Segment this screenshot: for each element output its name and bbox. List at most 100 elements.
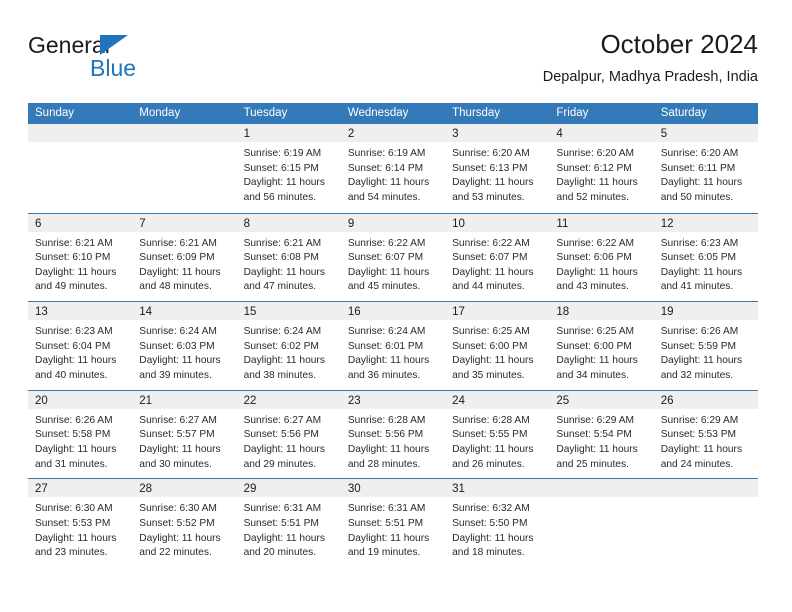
calendar-week-row: 1 Sunrise: 6:19 AM Sunset: 6:15 PM Daylight…: [28, 124, 758, 213]
day-cell[interactable]: 25 Sunrise: 6:29 AM Sunset: 5:54 PM Dayligh…: [549, 390, 654, 479]
day-number-band: 29: [236, 479, 341, 498]
sunrise-text: Sunrise: 6:22 AM: [452, 237, 530, 249]
day-details: Sunrise: 6:29 AM Sunset: 5:53 PM Daylight:…: [654, 409, 758, 472]
day-number-band: 15: [236, 302, 341, 321]
day-details: Sunrise: 6:26 AM Sunset: 5:59 PM Daylight:…: [654, 320, 758, 383]
sunset-text: Sunset: 6:14 PM: [347, 162, 424, 174]
day-cell[interactable]: 31 Sunrise: 6:32 AM Sunset: 5:50 PM Dayligh…: [445, 479, 550, 567]
day-details: Sunrise: 6:24 AM Sunset: 6:03 PM Daylight:…: [132, 320, 236, 383]
day-cell[interactable]: 3 Sunrise: 6:20 AM Sunset: 6:13 PM Daylight…: [445, 124, 550, 213]
sunrise-text: Sunrise: 6:28 AM: [452, 414, 530, 426]
day-cell[interactable]: 11 Sunrise: 6:22 AM Sunset: 6:06 PM Dayligh…: [549, 213, 654, 302]
calendar-week-row: 6 Sunrise: 6:21 AM Sunset: 6:10 PM Daylight…: [28, 212, 758, 302]
sunset-text: Sunset: 5:56 PM: [347, 429, 424, 441]
sunset-text: Sunset: 5:57 PM: [139, 429, 215, 441]
day-number-band: 5: [653, 124, 758, 142]
day-details: Sunrise: 6:22 AM Sunset: 6:07 PM Daylight:…: [445, 232, 549, 295]
day-details: Sunrise: 6:30 AM Sunset: 5:52 PM Daylight:…: [132, 497, 236, 560]
day-details: Sunrise: 6:29 AM Sunset: 5:54 PM Daylight:…: [549, 409, 653, 472]
day-number: 17: [452, 306, 465, 319]
daylight-text-line2: and 39 minutes.: [139, 369, 212, 381]
day-cell[interactable]: 20 Sunrise: 6:26 AM Sunset: 5:58 PM Dayligh…: [28, 390, 133, 479]
day-cell[interactable]: 8 Sunrise: 6:21 AM Sunset: 6:08 PM Daylight…: [236, 213, 341, 302]
day-number: 25: [556, 394, 570, 407]
brand-logo[interactable]: General Blue: [28, 32, 228, 90]
day-cell[interactable]: 30 Sunrise: 6:31 AM Sunset: 5:51 PM Dayligh…: [340, 479, 446, 567]
sunset-text: Sunset: 6:07 PM: [452, 252, 528, 264]
day-number-band: 17: [445, 302, 550, 321]
sunset-text: Sunset: 6:09 PM: [139, 252, 215, 264]
sunset-text: Sunset: 5:50 PM: [452, 517, 528, 529]
sunrise-text: Sunrise: 6:24 AM: [347, 326, 426, 338]
day-number: 24: [452, 394, 465, 407]
day-cell[interactable]: 26 Sunrise: 6:29 AM Sunset: 5:53 PM Dayligh…: [653, 390, 758, 479]
daylight-text-line2: and 19 minutes.: [347, 547, 421, 559]
day-cell[interactable]: 21 Sunrise: 6:27 AM Sunset: 5:57 PM Dayligh…: [132, 390, 237, 479]
sunset-text: Sunset: 6:04 PM: [35, 340, 111, 352]
sunrise-text: Sunrise: 6:20 AM: [556, 148, 634, 159]
day-cell[interactable]: 1 Sunrise: 6:19 AM Sunset: 6:15 PM Daylight…: [236, 124, 341, 213]
sunrise-text: Sunrise: 6:20 AM: [660, 148, 739, 159]
sunrise-text: Sunrise: 6:22 AM: [347, 237, 426, 249]
day-number-band: 10: [445, 213, 550, 232]
day-cell[interactable]: 27 Sunrise: 6:30 AM Sunset: 5:53 PM Dayligh…: [28, 479, 133, 567]
day-cell[interactable]: 2 Sunrise: 6:19 AM Sunset: 6:14 PM Daylight…: [340, 124, 446, 213]
daylight-text-line1: Daylight: 11 hours: [452, 532, 534, 544]
day-number: 2: [347, 128, 355, 140]
daylight-text-line1: Daylight: 11 hours: [139, 355, 221, 367]
day-number: 3: [452, 128, 459, 140]
day-cell[interactable]: 15 Sunrise: 6:24 AM Sunset: 6:02 PM Dayligh…: [236, 302, 341, 390]
day-cell[interactable]: 13 Sunrise: 6:23 AM Sunset: 6:04 PM Dayligh…: [28, 302, 133, 390]
day-number-band: 31: [445, 479, 550, 498]
day-cell[interactable]: 22 Sunrise: 6:27 AM Sunset: 5:56 PM Dayligh…: [236, 390, 341, 479]
day-cell[interactable]: 16 Sunrise: 6:24 AM Sunset: 6:01 PM Dayligh…: [340, 302, 446, 390]
day-cell-empty: [28, 124, 133, 213]
sunrise-text: Sunrise: 6:27 AM: [243, 414, 322, 426]
sunset-text: Sunset: 6:07 PM: [347, 252, 424, 264]
sunrise-text: Sunrise: 6:26 AM: [660, 326, 739, 338]
sunset-text: Sunset: 5:53 PM: [660, 429, 737, 441]
daylight-text-line1: Daylight: 11 hours: [556, 355, 638, 367]
day-cell[interactable]: 19 Sunrise: 6:26 AM Sunset: 5:59 PM Dayligh…: [653, 302, 758, 390]
day-details: Sunrise: 6:22 AM Sunset: 6:07 PM Daylight:…: [341, 232, 445, 295]
day-cell[interactable]: 17 Sunrise: 6:25 AM Sunset: 6:00 PM Dayligh…: [445, 302, 550, 390]
daylight-text-line1: Daylight: 11 hours: [139, 266, 221, 278]
day-cell[interactable]: 4 Sunrise: 6:20 AM Sunset: 6:12 PM Daylight…: [549, 124, 654, 213]
day-cell[interactable]: 18 Sunrise: 6:25 AM Sunset: 6:00 PM Dayligh…: [549, 302, 654, 390]
day-number-band: 1: [236, 124, 341, 142]
day-details: Sunrise: 6:19 AM Sunset: 6:15 PM Daylight:…: [237, 142, 341, 205]
calendar-grid: Sunday Monday Tuesday Wednesday Thursday…: [28, 103, 758, 567]
day-number: 30: [347, 483, 361, 496]
sunset-text: Sunset: 5:52 PM: [139, 517, 215, 529]
day-cell[interactable]: 29 Sunrise: 6:31 AM Sunset: 5:51 PM Dayligh…: [236, 479, 341, 567]
daylight-text-line1: Daylight: 11 hours: [347, 355, 430, 367]
day-cell[interactable]: 7 Sunrise: 6:21 AM Sunset: 6:09 PM Daylight…: [132, 213, 237, 302]
daylight-text-line2: and 34 minutes.: [556, 369, 629, 381]
calendar-week-row: 20 Sunrise: 6:26 AM Sunset: 5:58 PM Dayligh…: [28, 389, 758, 479]
day-number-band: 8: [236, 213, 341, 232]
day-number: 7: [139, 217, 146, 230]
sunrise-text: Sunrise: 6:30 AM: [139, 503, 217, 515]
day-details: Sunrise: 6:21 AM Sunset: 6:10 PM Daylight:…: [28, 232, 132, 295]
day-cell[interactable]: 6 Sunrise: 6:21 AM Sunset: 6:10 PM Daylight…: [28, 213, 133, 302]
daylight-text-line1: Daylight: 11 hours: [452, 266, 534, 278]
day-cell[interactable]: 10 Sunrise: 6:22 AM Sunset: 6:07 PM Dayligh…: [445, 213, 550, 302]
day-cell[interactable]: 9 Sunrise: 6:22 AM Sunset: 6:07 PM Daylight…: [340, 213, 446, 302]
calendar-week-row: 13 Sunrise: 6:23 AM Sunset: 6:04 PM Dayligh…: [28, 301, 758, 390]
daylight-text-line1: Daylight: 11 hours: [556, 443, 638, 455]
day-cell[interactable]: 5 Sunrise: 6:20 AM Sunset: 6:11 PM Daylight…: [653, 124, 758, 213]
day-cell[interactable]: 14 Sunrise: 6:24 AM Sunset: 6:03 PM Dayligh…: [132, 302, 237, 390]
daylight-text-line2: and 45 minutes.: [347, 281, 421, 293]
day-number-band: 6: [28, 213, 133, 232]
day-cell[interactable]: 24 Sunrise: 6:28 AM Sunset: 5:55 PM Dayligh…: [445, 390, 550, 479]
sunset-text: Sunset: 5:54 PM: [556, 429, 632, 441]
weekday-saturday: Saturday: [660, 107, 707, 119]
day-cell[interactable]: 28 Sunrise: 6:30 AM Sunset: 5:52 PM Dayligh…: [132, 479, 237, 567]
day-number: 22: [243, 394, 257, 407]
day-cell[interactable]: 23 Sunrise: 6:28 AM Sunset: 5:56 PM Dayligh…: [340, 390, 446, 479]
daylight-text-line1: Daylight: 11 hours: [139, 443, 221, 455]
sunrise-text: Sunrise: 6:21 AM: [243, 237, 322, 249]
title-block: October 2024 Depalpur, Madhya Pradesh, I…: [543, 28, 758, 88]
day-cell[interactable]: 12 Sunrise: 6:23 AM Sunset: 6:05 PM Dayligh…: [653, 213, 758, 302]
sunrise-text: Sunrise: 6:19 AM: [347, 148, 426, 159]
